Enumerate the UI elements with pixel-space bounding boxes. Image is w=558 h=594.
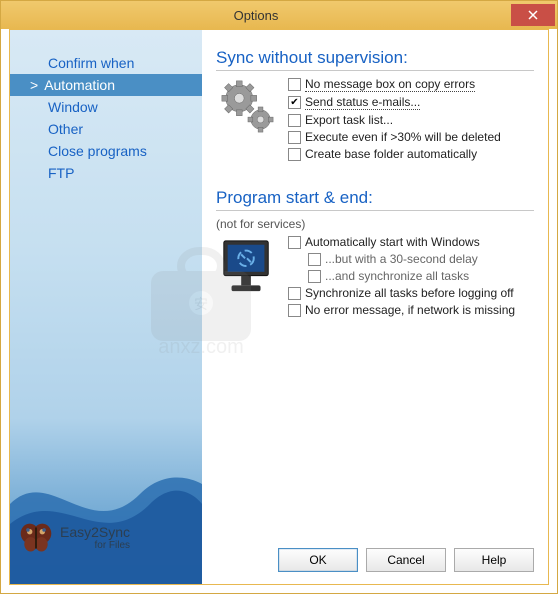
sidebar-item-automation[interactable]: Automation xyxy=(10,74,202,96)
sidebar-item-confirm-when[interactable]: Confirm when xyxy=(10,52,202,74)
checkbox-sync-before-logoff[interactable]: Synchronize all tasks before logging off xyxy=(288,286,534,300)
sidebar-item-window[interactable]: Window xyxy=(10,96,202,118)
ok-button[interactable]: OK xyxy=(278,548,358,572)
checkbox-no-error-network[interactable]: No error message, if network is missing xyxy=(288,303,534,317)
monitor-icon xyxy=(216,235,278,297)
logo-sub: for Files xyxy=(60,540,130,551)
window-title: Options xyxy=(1,8,511,23)
sidebar-item-ftp[interactable]: FTP xyxy=(10,162,202,184)
section-subtitle-startend: (not for services) xyxy=(216,217,534,231)
help-button[interactable]: Help xyxy=(454,548,534,572)
button-row: OK Cancel Help xyxy=(278,548,534,572)
main-content: Sync without supervision: xyxy=(202,30,548,584)
sidebar-item-other[interactable]: Other xyxy=(10,118,202,140)
content-frame: Confirm when Automation Window Other Clo… xyxy=(9,29,549,585)
sidebar-footer: Easy2Sync for Files xyxy=(18,520,130,556)
sidebar-list: Confirm when Automation Window Other Clo… xyxy=(10,30,202,184)
close-icon xyxy=(528,10,538,20)
section-startend: Automatically start with Windows ...but … xyxy=(216,235,534,320)
checkbox-send-status-emails[interactable]: Send status e-mails... xyxy=(288,95,534,110)
options-window: Options Confirm when Automation Window O… xyxy=(0,0,558,594)
butterfly-icon xyxy=(18,520,54,556)
titlebar: Options xyxy=(1,1,557,29)
cancel-button[interactable]: Cancel xyxy=(366,548,446,572)
section-sync: No message box on copy errors Send statu… xyxy=(216,77,534,164)
logo-main: Easy2Sync xyxy=(60,524,130,540)
checkbox-sync-all-tasks[interactable]: ...and synchronize all tasks xyxy=(308,269,534,283)
wave-decoration xyxy=(10,404,202,584)
startend-options: Automatically start with Windows ...but … xyxy=(288,235,534,320)
logo-text: Easy2Sync for Files xyxy=(60,525,130,551)
checkbox-no-message-box[interactable]: No message box on copy errors xyxy=(288,77,534,92)
section-title-sync: Sync without supervision: xyxy=(216,48,534,71)
sidebar: Confirm when Automation Window Other Clo… xyxy=(10,30,202,584)
checkbox-export-task-list[interactable]: Export task list... xyxy=(288,113,534,127)
checkbox-execute-even-if[interactable]: Execute even if >30% will be deleted xyxy=(288,130,534,144)
sync-options: No message box on copy errors Send statu… xyxy=(288,77,534,164)
sidebar-item-close-programs[interactable]: Close programs xyxy=(10,140,202,162)
gears-icon xyxy=(216,77,278,139)
checkbox-30s-delay[interactable]: ...but with a 30-second delay xyxy=(308,252,534,266)
close-button[interactable] xyxy=(511,4,555,26)
checkbox-autostart-windows[interactable]: Automatically start with Windows xyxy=(288,235,534,249)
section-title-startend: Program start & end: xyxy=(216,188,534,211)
checkbox-create-base-folder[interactable]: Create base folder automatically xyxy=(288,147,534,161)
